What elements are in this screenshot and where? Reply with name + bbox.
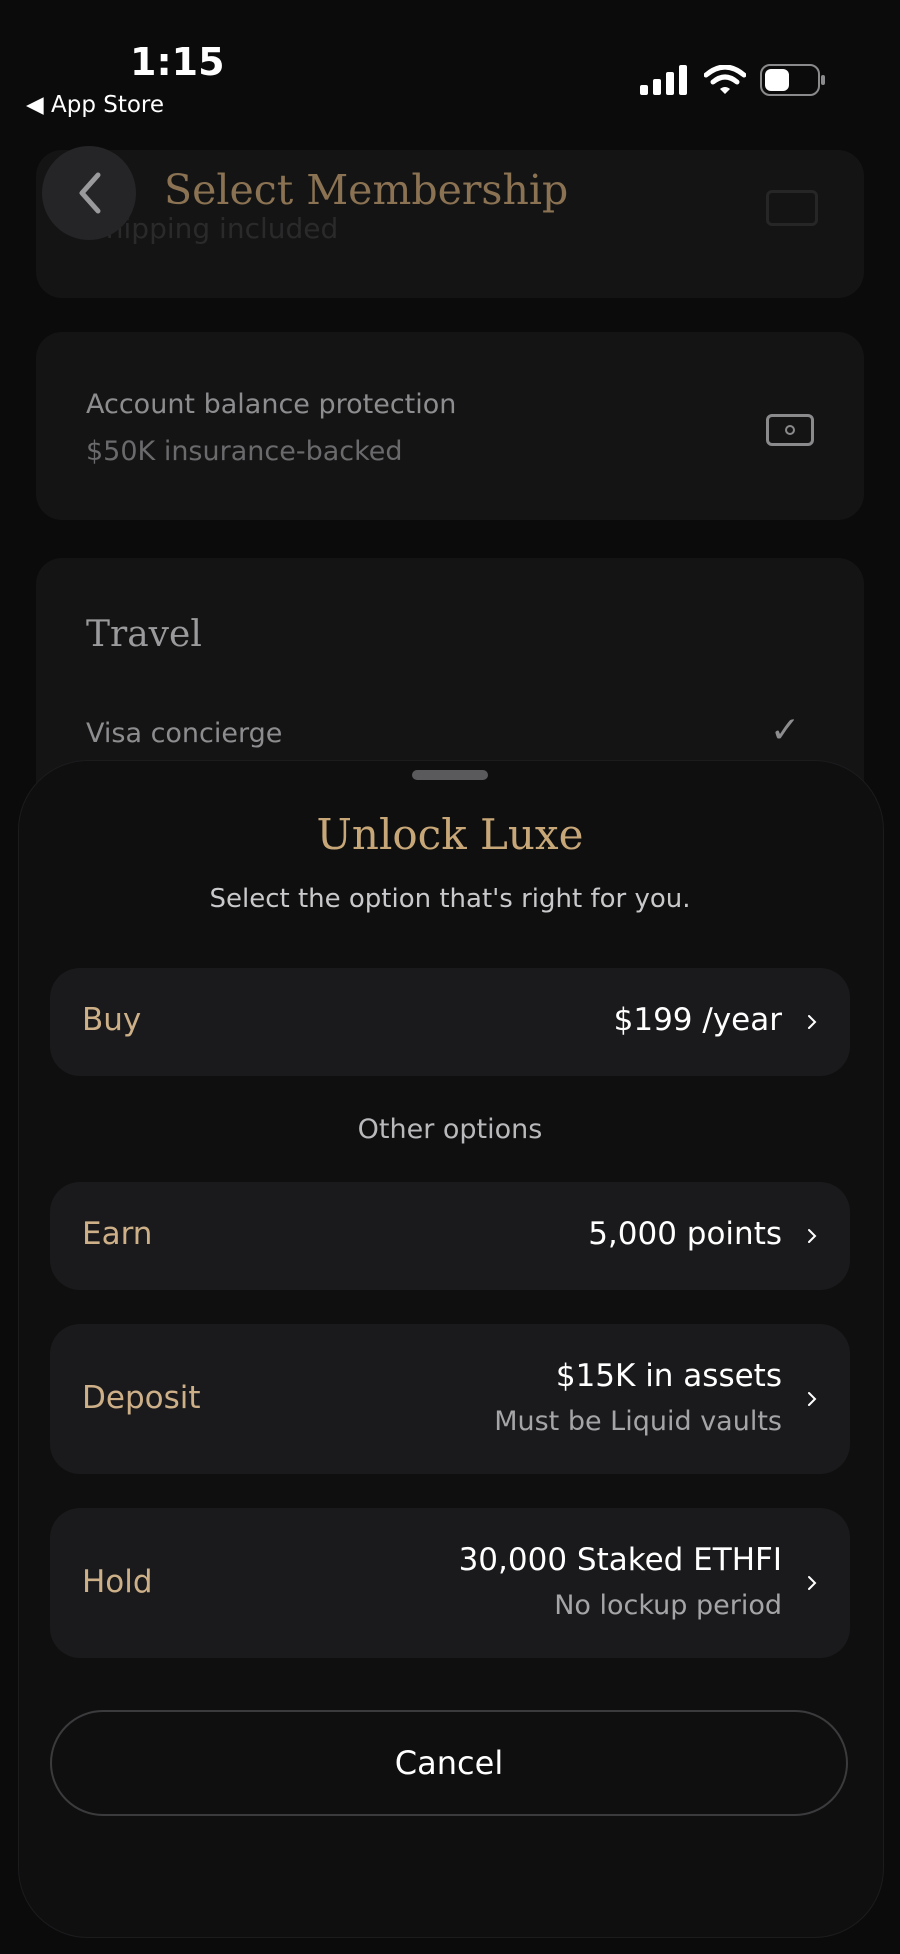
sheet-title: Unlock Luxe xyxy=(316,810,584,859)
wifi-icon xyxy=(704,65,746,94)
back-to-app-store[interactable]: ◀ App Store xyxy=(26,92,164,118)
protection-card xyxy=(36,332,864,520)
chevron-right-icon xyxy=(808,1229,817,1243)
sheet-subtitle: Select the option that's right for you. xyxy=(209,884,691,914)
travel-title: Travel xyxy=(86,614,202,655)
status-icons xyxy=(640,64,826,96)
other-options-label: Other options xyxy=(357,1114,543,1145)
protection-title: Account balance protection xyxy=(86,389,457,420)
option-value: 5,000 points xyxy=(588,1216,782,1252)
package-icon xyxy=(766,190,818,226)
back-button[interactable] xyxy=(42,146,136,240)
cancel-button[interactable]: Cancel xyxy=(50,1710,848,1816)
option-value: $15K in assets xyxy=(555,1358,782,1394)
option-label: Deposit xyxy=(82,1380,201,1416)
option-earn[interactable]: Earn 5,000 points xyxy=(50,1182,850,1290)
chevron-right-icon xyxy=(808,1392,817,1406)
option-note: Must be Liquid vaults xyxy=(494,1406,782,1437)
check-icon: ✓ xyxy=(770,710,801,751)
chevron-right-icon xyxy=(808,1015,817,1029)
option-label: Hold xyxy=(82,1564,153,1600)
protection-subtitle: $50K insurance-backed xyxy=(86,436,403,467)
option-note: No lockup period xyxy=(554,1590,782,1621)
chevron-right-icon xyxy=(808,1576,817,1590)
status-time: 1:15 xyxy=(130,40,225,84)
battery-icon xyxy=(760,64,825,96)
visa-concierge-label: Visa concierge xyxy=(86,718,283,749)
option-label: Buy xyxy=(82,1002,142,1038)
cash-icon xyxy=(766,414,814,446)
option-label: Earn xyxy=(82,1216,153,1252)
signal-icon xyxy=(640,65,687,95)
option-buy[interactable]: Buy $199 /year xyxy=(50,968,850,1076)
option-value: 30,000 Staked ETHFI xyxy=(458,1542,782,1578)
option-deposit[interactable]: Deposit $15K in assets Must be Liquid va… xyxy=(50,1324,850,1474)
chevron-left-icon xyxy=(79,172,101,214)
option-hold[interactable]: Hold 30,000 Staked ETHFI No lockup perio… xyxy=(50,1508,850,1658)
page-title: Select Membership xyxy=(164,166,569,214)
option-value: $199 /year xyxy=(613,1002,782,1038)
sheet-grabber[interactable] xyxy=(412,770,488,780)
